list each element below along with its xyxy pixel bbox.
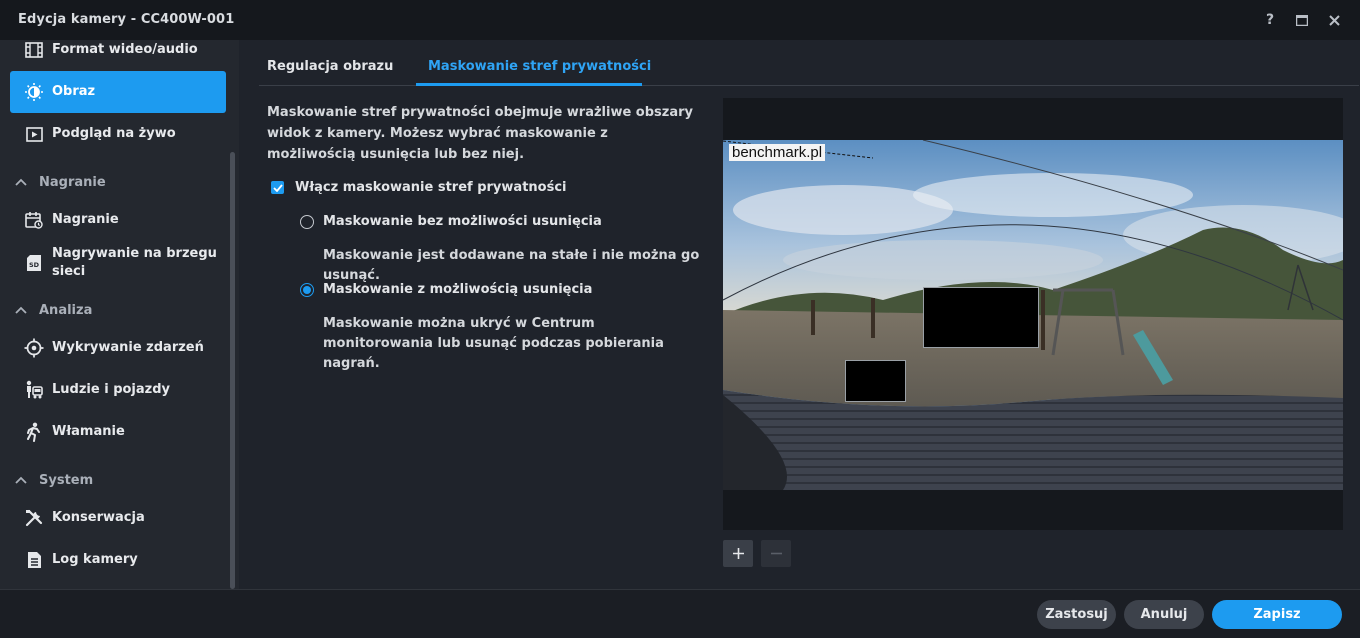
- sidebar-item-event-detection[interactable]: Wykrywanie zdarzeń: [10, 327, 226, 369]
- minus-icon: [770, 552, 782, 555]
- enable-privacy-masking-label: Włącz maskowanie stref prywatności: [295, 180, 567, 195]
- help-button[interactable]: ?: [1260, 10, 1280, 30]
- add-mask-button[interactable]: [723, 540, 753, 567]
- document-icon: [24, 550, 44, 570]
- chevron-up-icon: [14, 303, 28, 317]
- main-content: Regulacja obrazu Maskowanie stref prywat…: [239, 40, 1360, 589]
- sidebar-item-live-preview[interactable]: Podgląd na żywo: [10, 113, 226, 155]
- help-icon: ?: [1265, 12, 1275, 28]
- remove-mask-button[interactable]: [761, 540, 791, 567]
- sidebar-item-label: Obraz: [52, 84, 96, 99]
- radio-removable-masking-label: Maskowanie z możliwością usunięcia: [323, 282, 593, 297]
- sidebar-item-label: Log kamery: [52, 552, 138, 567]
- enable-privacy-masking-checkbox[interactable]: Włącz maskowanie stref prywatności: [271, 180, 567, 195]
- checkbox-checked-icon: [271, 181, 284, 194]
- tab-image-adjustment[interactable]: Regulacja obrazu: [267, 59, 393, 74]
- radio-unselected-icon: [300, 214, 314, 229]
- privacy-mask-2[interactable]: [845, 360, 906, 402]
- radio-permanent-masking-label: Maskowanie bez możliwości usunięcia: [323, 214, 602, 229]
- privacy-mask-1[interactable]: [923, 287, 1039, 348]
- save-button[interactable]: Zapisz: [1212, 600, 1342, 629]
- group-title: Analiza: [39, 302, 93, 318]
- sidebar-item-label: Format wideo/audio: [52, 42, 198, 57]
- group-title: Nagranie: [39, 174, 106, 190]
- chevron-up-icon: [14, 175, 28, 189]
- person-vehicle-icon: [24, 380, 44, 400]
- apply-button[interactable]: Zastosuj: [1037, 600, 1116, 629]
- sidebar-item-intrusion[interactable]: Włamanie: [10, 411, 226, 453]
- maximize-button[interactable]: [1292, 10, 1312, 30]
- play-icon: [24, 124, 44, 144]
- active-tab-indicator: [416, 83, 642, 86]
- group-header-analysis[interactable]: Analiza: [14, 300, 92, 320]
- calendar-record-icon: [24, 210, 44, 230]
- tab-privacy-masking[interactable]: Maskowanie stref prywatności: [428, 59, 651, 74]
- group-header-recording[interactable]: Nagranie: [14, 172, 106, 192]
- sidebar-item-label: Włamanie: [52, 424, 125, 439]
- title-bar: Edycja kamery - CC400W-001 ?: [0, 0, 1360, 40]
- group-header-system[interactable]: System: [14, 470, 93, 490]
- camera-preview-panel: benchmark.pl: [723, 98, 1343, 530]
- film-icon: [24, 40, 44, 60]
- sidebar: Format wideo/audio Obraz Podgląd na żywo…: [0, 40, 239, 589]
- chevron-up-icon: [14, 473, 28, 487]
- sidebar-item-edge-recording[interactable]: SD Nagrywanie na brzegu sieci: [10, 240, 226, 286]
- sidebar-item-label: Wykrywanie zdarzeń: [52, 340, 204, 355]
- radio-permanent-masking[interactable]: Maskowanie bez możliwości usunięcia: [300, 214, 602, 229]
- sidebar-item-recording[interactable]: Nagranie: [10, 199, 226, 241]
- group-title: System: [39, 472, 94, 488]
- sidebar-item-video-audio-format[interactable]: Format wideo/audio: [10, 40, 226, 71]
- close-button[interactable]: [1324, 10, 1344, 30]
- sidebar-item-label: Konserwacja: [52, 510, 145, 525]
- camera-osd-text: benchmark.pl: [729, 144, 826, 161]
- dialog-footer: Zastosuj Anuluj Zapisz: [0, 589, 1360, 638]
- sidebar-item-label: Ludzie i pojazdy: [52, 382, 171, 397]
- sidebar-item-label: Nagranie: [52, 212, 119, 227]
- maximize-icon: [1296, 14, 1308, 26]
- plus-icon: [732, 548, 744, 559]
- sidebar-item-label: Podgląd na żywo: [52, 126, 176, 141]
- window-title: Edycja kamery - CC400W-001: [18, 12, 235, 27]
- sidebar-scrollbar[interactable]: [230, 152, 235, 589]
- permanent-masking-description: Maskowanie jest dodawane na stałe i nie …: [323, 248, 700, 283]
- crosshair-icon: [24, 338, 44, 358]
- close-icon: [1328, 14, 1340, 26]
- cancel-button[interactable]: Anuluj: [1124, 600, 1204, 629]
- running-person-icon: [24, 422, 44, 442]
- brightness-icon: [24, 82, 44, 102]
- sidebar-item-camera-log[interactable]: Log kamery: [10, 539, 226, 581]
- radio-removable-masking[interactable]: Maskowanie z możliwością usunięcia: [300, 282, 592, 297]
- camera-preview-image[interactable]: benchmark.pl: [723, 140, 1343, 490]
- svg-text:SD: SD: [29, 261, 40, 269]
- sidebar-item-maintenance[interactable]: Konserwacja: [10, 497, 226, 539]
- radio-selected-icon: [300, 282, 314, 297]
- sidebar-item-people-vehicles[interactable]: Ludzie i pojazdy: [10, 369, 226, 411]
- privacy-description: Maskowanie stref prywatności obejmuje wr…: [267, 105, 694, 162]
- sidebar-item-label: Nagrywanie na brzegu sieci: [52, 246, 217, 279]
- sidebar-item-image[interactable]: Obraz: [10, 71, 226, 113]
- removable-masking-description: Maskowanie można ukryć w Centrum monitor…: [323, 316, 664, 371]
- tools-icon: [24, 508, 44, 528]
- tab-bar: Regulacja obrazu Maskowanie stref prywat…: [259, 40, 1359, 86]
- sd-card-icon: SD: [24, 253, 44, 273]
